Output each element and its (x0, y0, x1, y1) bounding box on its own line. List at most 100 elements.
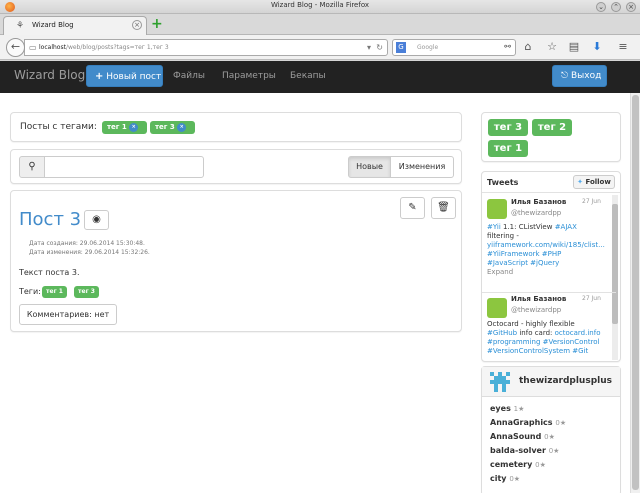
search-input[interactable] (44, 156, 204, 178)
tweet-text-fragment: info card: (517, 329, 555, 337)
tweet-expand-link[interactable]: Expand (487, 268, 513, 276)
star-icon: ★ (518, 405, 525, 413)
tweet-author[interactable]: Илья Базанов (511, 295, 566, 303)
delete-trash-icon[interactable]: 🗑 (431, 197, 456, 219)
minimize-icon[interactable]: ⌄ (596, 2, 606, 12)
logout-button[interactable]: ⎋ Выход (552, 65, 607, 87)
site-brand[interactable]: Wizard Blog (14, 68, 85, 82)
github-username[interactable]: thewizardplusplus (519, 376, 612, 386)
hashtag-link[interactable]: #JavaScript #jQuery (487, 259, 559, 267)
sort-changes-button[interactable]: Изменения (390, 156, 454, 178)
divider (482, 292, 616, 293)
hashtag-link[interactable]: #programming #VersionControl (487, 338, 600, 346)
repo-name[interactable]: cemetery (490, 460, 532, 469)
nav-settings[interactable]: Параметры (222, 71, 276, 81)
window-title: Wizard Blog - Mozilla Firefox (270, 1, 370, 9)
hashtag-link[interactable]: #YiiFramework #PHP (487, 250, 561, 258)
list-item[interactable]: AnnaSound 0★ (490, 432, 566, 446)
remove-tag-icon[interactable]: × (129, 122, 139, 132)
tweet-url-link[interactable]: yiiframework.com/wiki/185/clist... (487, 241, 605, 249)
bookmark-star-icon[interactable]: ☆ (545, 40, 559, 53)
tweet-date[interactable]: 27 Jun (582, 295, 601, 302)
tweet-handle[interactable]: @thewizardpp (511, 306, 561, 314)
tweet-handle[interactable]: @thewizardpp (511, 209, 561, 217)
avatar[interactable] (487, 298, 507, 318)
follow-button[interactable]: ✦ Follow (573, 175, 615, 189)
repo-name[interactable]: AnnaGraphics (490, 418, 553, 427)
remove-tag-icon[interactable]: × (177, 122, 187, 132)
tab-close-icon[interactable]: × (132, 20, 142, 30)
repo-name[interactable]: eyes (490, 404, 511, 413)
list-item[interactable]: eyes 1★ (490, 404, 566, 418)
tweet-text: Octocard - highly flexible #GitHub info … (487, 320, 615, 356)
url-host: localhost (39, 44, 66, 51)
new-post-label: Новый пост (106, 72, 162, 82)
maximize-icon[interactable]: ⌃ (611, 2, 621, 12)
binoculars-icon[interactable]: ⚯ (504, 42, 511, 51)
nav-files[interactable]: Файлы (173, 71, 205, 81)
hashtag-link[interactable]: #Yii (487, 223, 501, 231)
hashtag-link[interactable]: #VersionControlSystem #Git (487, 347, 588, 355)
post-panel: Пост 3 ◉ ✎ 🗑 Дата создания: 29.06.2014 1… (10, 190, 462, 332)
tweet-text-fragment: Octocard - highly flexible (487, 320, 575, 328)
page-scrollbar[interactable] (630, 93, 640, 493)
search-bar[interactable]: G Google ⚯ (392, 39, 516, 56)
view-post-eye-icon[interactable]: ◉ (84, 210, 109, 230)
twitter-bird-icon: ✦ (577, 178, 584, 186)
dropdown-arrow-icon[interactable]: ▾ (367, 43, 371, 52)
cloud-tag-3[interactable]: тег 3 (488, 119, 528, 136)
url-bar[interactable]: ▭ localhost/web/blog/posts?tags=тег 1,те… (24, 39, 388, 56)
sort-new-button[interactable]: Новые (348, 156, 391, 178)
list-item[interactable]: balda-solver 0★ (490, 446, 566, 460)
repo-name[interactable]: balda-solver (490, 446, 546, 455)
bookmarks-list-icon[interactable]: ▤ (567, 40, 581, 53)
reload-icon[interactable]: ↻ (376, 43, 383, 52)
tab-favicon-icon: ⚘ (16, 21, 25, 31)
list-item[interactable]: AnnaGraphics 0★ (490, 418, 566, 432)
cloud-tag-1[interactable]: тег 1 (488, 140, 528, 157)
logout-icon: ⎋ (561, 71, 569, 81)
tweet-date[interactable]: 27 Jun (582, 198, 601, 205)
url-path: /web/blog/posts?tags=тег 1,тег 3 (65, 44, 169, 51)
post-modified-date: Дата изменения: 29.06.2014 15:32:26. (29, 249, 150, 256)
hashtag-link[interactable]: #AJAX (555, 223, 577, 231)
home-icon[interactable]: ⌂ (521, 40, 535, 53)
nav-backups[interactable]: Бекапы (290, 71, 326, 81)
repo-list: eyes 1★ AnnaGraphics 0★ AnnaSound 0★ bal… (490, 404, 566, 488)
plus-icon: + (95, 71, 104, 82)
filter-tag-3-label: тег 3 (155, 123, 175, 131)
search-icon[interactable]: ⚲ (19, 156, 45, 178)
menu-icon[interactable]: ≡ (616, 40, 630, 53)
edit-pencil-icon[interactable]: ✎ (400, 197, 425, 219)
divider (482, 192, 620, 193)
hashtag-link[interactable]: #GitHub (487, 329, 517, 337)
post-created-date: Дата создания: 29.06.2014 15:30:48. (29, 240, 145, 247)
avatar[interactable] (487, 199, 507, 219)
download-icon[interactable]: ⬇ (590, 40, 604, 53)
github-identicon-icon (490, 372, 510, 392)
close-window-icon[interactable]: × (626, 2, 636, 12)
tab-bar: ⚘ Wizard Blog × + (0, 14, 640, 35)
tag-cloud-panel: тег 3 тег 2 тег 1 (481, 112, 621, 162)
filter-tag-1[interactable]: тег 1 × (102, 121, 147, 134)
comments-button[interactable]: Комментариев: нет (19, 304, 117, 325)
repo-name[interactable]: city (490, 474, 507, 483)
repo-name[interactable]: AnnaSound (490, 432, 541, 441)
post-body: Текст поста 3. (19, 268, 80, 277)
list-item[interactable]: city 0★ (490, 474, 566, 488)
post-tag-3[interactable]: тег 3 (74, 286, 99, 298)
star-icon: ★ (553, 447, 560, 455)
back-button[interactable]: ← (6, 38, 25, 57)
scrollbar-thumb[interactable] (632, 95, 639, 490)
list-item[interactable]: cemetery 0★ (490, 460, 566, 474)
post-title[interactable]: Пост 3 (19, 209, 81, 230)
browser-tab[interactable]: ⚘ Wizard Blog × (3, 16, 147, 35)
tweet-author[interactable]: Илья Базанов (511, 198, 566, 206)
filter-tag-3[interactable]: тег 3 × (150, 121, 195, 134)
post-tag-1[interactable]: тег 1 (42, 286, 67, 298)
page-info-icon: ▭ (29, 43, 37, 52)
tweet-url-link[interactable]: octocard.info (555, 329, 601, 337)
cloud-tag-2[interactable]: тег 2 (532, 119, 572, 136)
new-post-button[interactable]: + Новый пост (86, 65, 163, 87)
new-tab-icon[interactable]: + (151, 17, 163, 31)
